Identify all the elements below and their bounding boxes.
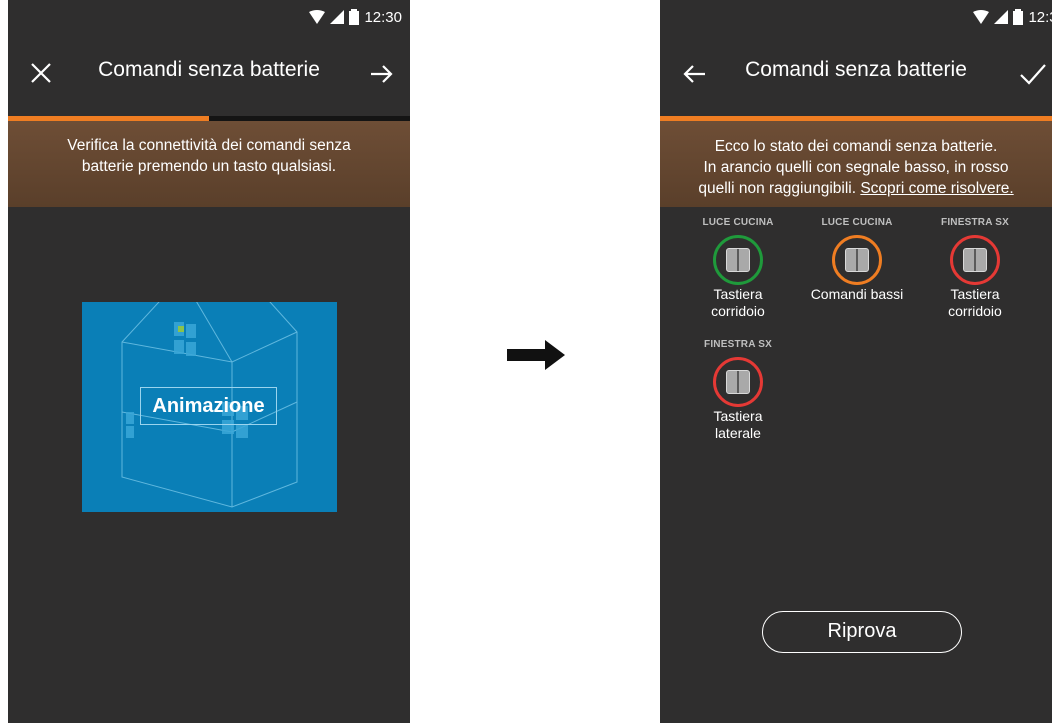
animation-label: Animazione (140, 387, 277, 425)
switch-icon (726, 370, 750, 394)
signal-icon (330, 10, 345, 24)
device-room: LUCE CUCINA (821, 217, 893, 228)
switch-icon (726, 248, 750, 272)
device-item[interactable]: LUCE CUCINA Comandi bassi (802, 217, 912, 304)
device-room: LUCE CUCINA (702, 217, 774, 228)
left-screen: 12:30 Comandi senza batterie Verifica la… (8, 0, 410, 723)
device-name: laterale (715, 425, 761, 441)
device-room: FINESTRA SX (704, 339, 772, 350)
device-name: corridoio (711, 303, 765, 319)
status-time: 12:30 (364, 8, 402, 26)
app-bar: Comandi senza batterie (660, 34, 1052, 116)
device-name: Tastiera (950, 286, 1000, 302)
arrow-right-icon (507, 340, 565, 370)
page-title: Comandi senza batterie (745, 58, 967, 81)
device-status-ring[interactable] (832, 235, 882, 285)
switch-icon (845, 248, 869, 272)
instruction-banner: Verifica la connettività dei comandi sen… (8, 121, 410, 207)
device-name: Tastiera (713, 286, 763, 302)
wifi-icon (973, 10, 990, 24)
switch-icon (963, 248, 987, 272)
animation-placeholder: Animazione (82, 302, 337, 512)
device-name: Comandi bassi (810, 286, 904, 302)
device-item[interactable]: FINESTRA SX Tastiera laterale (683, 339, 793, 441)
device-status-ring[interactable] (950, 235, 1000, 285)
device-room: FINESTRA SX (941, 217, 1009, 228)
banner-line: Verifica la connettività dei comandi sen… (67, 137, 351, 154)
help-link[interactable]: Scopri come risolvere. (860, 180, 1013, 197)
device-item[interactable]: LUCE CUCINA Tastiera corridoio (683, 217, 793, 319)
banner-line: quelli non raggiungibili. Scopri come ri… (660, 178, 1052, 199)
banner-line: In arancio quelli con segnale basso, in … (703, 159, 1009, 176)
right-screen: 12:30 Comandi senza batterie Ecco lo sta… (660, 0, 1052, 723)
status-banner: Ecco lo stato dei comandi senza batterie… (660, 121, 1052, 207)
device-name: Tastiera (713, 408, 763, 424)
retry-button[interactable]: Riprova (762, 611, 962, 653)
arrow-right-icon[interactable] (362, 54, 402, 94)
device-item[interactable]: FINESTRA SX Tastiera corridoio (920, 217, 1030, 319)
banner-line: Ecco lo stato dei comandi senza batterie… (714, 138, 998, 155)
battery-icon (349, 9, 360, 25)
device-status-ring[interactable] (713, 235, 763, 285)
signal-icon (994, 10, 1009, 24)
battery-icon (1013, 9, 1024, 25)
banner-text: quelli non raggiungibili. (698, 180, 861, 197)
wifi-icon (309, 10, 326, 24)
status-bar: 12:30 (8, 0, 410, 34)
status-bar: 12:30 (660, 0, 1052, 34)
app-bar: Comandi senza batterie (8, 34, 410, 116)
device-name: corridoio (948, 303, 1002, 319)
page-title: Comandi senza batterie (98, 58, 320, 81)
banner-line: batterie premendo un tasto qualsiasi. (81, 158, 337, 175)
status-time: 12:30 (1028, 8, 1052, 26)
device-status-ring[interactable] (713, 357, 763, 407)
check-icon[interactable] (1012, 54, 1052, 94)
